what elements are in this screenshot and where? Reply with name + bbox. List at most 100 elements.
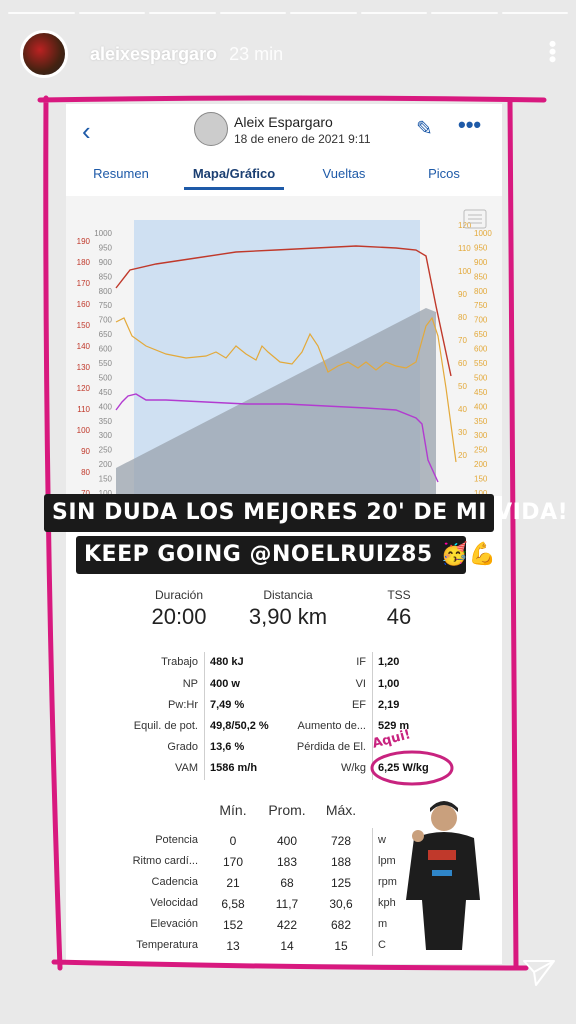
story-username[interactable]: aleixespargaro <box>90 44 217 65</box>
progress-segment <box>501 12 568 14</box>
axis-tick-label: 1000 <box>94 229 112 238</box>
axis-tick-label: 950 <box>474 243 488 252</box>
min-cell: 6,58 <box>221 897 245 911</box>
tab-picos[interactable]: Picos <box>394 160 494 190</box>
stat-label: Pw:Hr <box>168 699 198 711</box>
axis-tick-label: 800 <box>474 287 488 296</box>
stat-label: NP <box>182 678 198 690</box>
caption-line-2: KEEP GOING @NOELRUIZ85 🥳💪 <box>84 542 497 567</box>
min-cell: 0 <box>229 834 237 848</box>
row-label: Elevación <box>150 918 198 930</box>
tab-mapa-grafico[interactable]: Mapa/Gráfico <box>184 160 284 190</box>
axis-tick-label: 600 <box>474 345 488 354</box>
axis-tick-label: 900 <box>99 258 113 267</box>
workout-date: 18 de enero de 2021 9:11 <box>234 132 371 146</box>
right-orange-axis: 120 110 100 90 80 70 60 50 40 30 20 <box>458 221 472 460</box>
app-header: ‹ Aleix Espargaro 18 de enero de 2021 9:… <box>66 104 502 154</box>
axis-tick-label: 180 <box>77 258 91 267</box>
progress-segment <box>431 12 498 14</box>
col-max: Máx. <box>325 802 357 818</box>
stat-label: Equil. de pot. <box>133 720 198 732</box>
max-cell: 682 <box>330 918 352 932</box>
unit-cell: w <box>378 834 386 846</box>
axis-tick-label: 80 <box>81 468 90 477</box>
duration-label: Duración <box>154 588 204 602</box>
stat-label: VAM <box>174 762 198 774</box>
axis-tick-label: 150 <box>99 475 113 484</box>
axis-tick-label: 120 <box>77 384 91 393</box>
progress-segment <box>360 12 427 14</box>
rider-sticker <box>406 801 480 950</box>
tab-bar: Resumen Mapa/Gráfico Vueltas Picos <box>66 160 502 190</box>
stat-value: 1586 m/h <box>210 762 258 774</box>
axis-tick-label: 150 <box>77 321 91 330</box>
stat-label: EF <box>351 699 366 711</box>
unit-cell: kph <box>378 897 396 909</box>
divider <box>204 652 205 780</box>
distance-value: 3,90 km <box>248 604 328 629</box>
axis-tick-label: 800 <box>99 287 113 296</box>
axis-tick-label: 150 <box>474 475 488 484</box>
more-options-icon[interactable]: ••• <box>540 40 565 63</box>
avatar[interactable] <box>20 30 68 78</box>
stat-value: 49,8/50,2 % <box>210 720 269 732</box>
progress-segment <box>149 12 216 14</box>
axis-tick-label: 90 <box>81 447 90 456</box>
row-label: Cadencia <box>151 876 198 888</box>
max-cell: 728 <box>330 834 352 848</box>
progress-segment <box>8 12 75 14</box>
tss-value: 46 <box>386 604 412 629</box>
axis-tick-label: 900 <box>474 258 488 267</box>
avg-cell: 11,7 <box>275 897 299 911</box>
axis-tick-label: 60 <box>458 359 467 368</box>
avg-cell: 400 <box>276 834 298 848</box>
axis-tick-label: 500 <box>99 373 113 382</box>
tab-resumen[interactable]: Resumen <box>66 160 176 190</box>
axis-tick-label: 650 <box>474 330 488 339</box>
progress-segment <box>290 12 357 14</box>
max-cell: 125 <box>330 876 352 890</box>
progress-segment <box>78 12 145 14</box>
unit-cell: lpm <box>378 855 396 867</box>
axis-tick-label: 550 <box>474 359 488 368</box>
axis-tick-label: 160 <box>77 300 91 309</box>
stat-label: IF <box>356 656 366 668</box>
share-icon[interactable] <box>522 958 556 988</box>
right-purple-axis: 1000 950 900 850 800 750 700 650 600 550 500 450 400… <box>474 229 492 498</box>
stat-label: VI <box>355 678 366 690</box>
axis-tick-label: 600 <box>99 345 113 354</box>
axis-tick-label: 650 <box>99 330 113 339</box>
axis-tick-label: 80 <box>458 313 467 322</box>
axis-tick-label: 140 <box>77 342 91 351</box>
stat-value: 480 kJ <box>210 656 244 668</box>
athlete-avatar <box>194 112 228 146</box>
axis-tick-label: 70 <box>458 336 467 345</box>
axis-tick-label: 130 <box>77 363 91 372</box>
stat-value: 1,00 <box>378 678 400 690</box>
axis-tick-label: 110 <box>77 405 90 414</box>
more-icon[interactable]: ••• <box>458 112 481 138</box>
edit-icon[interactable]: ✎ <box>416 116 433 141</box>
story-header: aleixespargaro 23 min ••• <box>20 28 565 80</box>
stat-value: 400 w <box>210 678 240 690</box>
axis-tick-label: 700 <box>474 316 488 325</box>
axis-tick-label: 200 <box>474 460 488 469</box>
axis-tick-label: 850 <box>99 272 113 281</box>
avg-cell: 422 <box>276 918 298 932</box>
tab-vueltas[interactable]: Vueltas <box>294 160 394 190</box>
axis-tick-label: 300 <box>474 431 488 440</box>
unit-cell: rpm <box>378 876 397 888</box>
axis-tick-label: 100 <box>77 426 91 435</box>
max-cell: 15 <box>334 939 348 953</box>
stat-value: 13,6 % <box>210 741 245 753</box>
axis-tick-label: 750 <box>474 301 488 310</box>
duration-value: 20:00 <box>151 604 207 629</box>
axis-tick-label: 450 <box>99 388 113 397</box>
axis-tick-label: 1000 <box>474 229 492 238</box>
axis-tick-label: 500 <box>474 373 488 382</box>
axis-tick-label: 400 <box>474 402 488 411</box>
stat-value: 1,20 <box>378 656 400 668</box>
back-icon[interactable]: ‹ <box>82 116 91 147</box>
row-label: Ritmo cardí... <box>132 855 198 867</box>
axis-tick-label: 250 <box>474 446 488 455</box>
